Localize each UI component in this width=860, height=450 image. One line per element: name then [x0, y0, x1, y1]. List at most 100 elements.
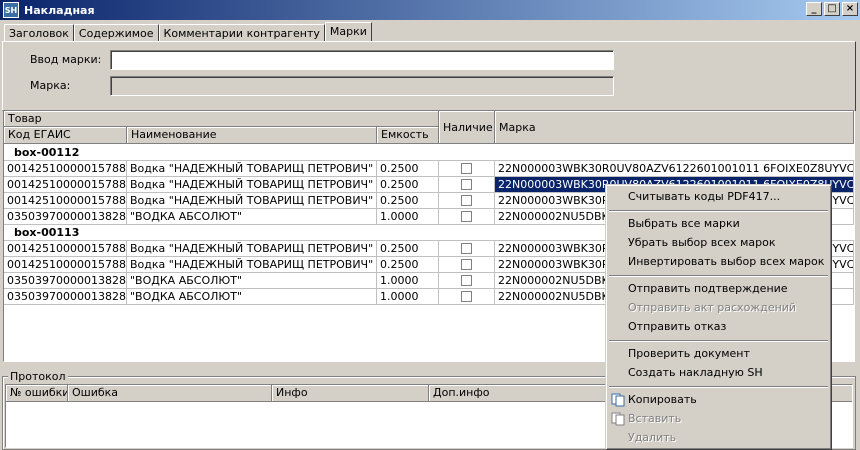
- cell-name: Водка "НАДЕЖНЫЙ ТОВАРИЩ ПЕТРОВИЧ": [127, 241, 377, 257]
- cell-code: 0350397000001382815: [4, 289, 127, 305]
- header-mark[interactable]: Марка: [495, 111, 854, 144]
- cell-presence: [439, 241, 495, 257]
- menu-item-label: Проверить документ: [628, 347, 750, 360]
- cell-presence: [439, 289, 495, 305]
- cell-name: Водка "НАДЕЖНЫЙ ТОВАРИЩ ПЕТРОВИЧ": [127, 257, 377, 273]
- tab-comments[interactable]: Комментарии контрагенту: [158, 24, 325, 42]
- cell-presence: [439, 273, 495, 289]
- cell-code: 0014251000001578820: [4, 241, 127, 257]
- tab-marks[interactable]: Марки: [324, 22, 372, 42]
- menu-item-label: Копировать: [628, 393, 697, 406]
- cell-presence: [439, 257, 495, 273]
- tab-contents[interactable]: Содержимое: [73, 24, 159, 42]
- cell-name: "ВОДКА АБСОЛЮТ": [127, 209, 377, 225]
- menu-item-label: Инвертировать выбор всех марок: [628, 255, 825, 268]
- cell-capacity: 0.2500: [377, 257, 439, 273]
- close-button[interactable]: ×: [842, 2, 858, 16]
- cell-capacity: 0.2500: [377, 241, 439, 257]
- cell-code: 0014251000001578820: [4, 257, 127, 273]
- menu-item-label: Удалить: [628, 431, 677, 444]
- menu-item-label: Отправить отказ: [628, 320, 727, 333]
- menu-item[interactable]: Проверить документ: [609, 345, 828, 363]
- cell-capacity: 0.2500: [377, 161, 439, 177]
- context-menu: Считывать коды PDF417... Выбрать все марк…: [605, 184, 832, 450]
- paste-icon: [611, 412, 625, 426]
- presence-checkbox[interactable]: [461, 195, 472, 206]
- menu-item: Удалить: [609, 429, 828, 447]
- menu-item-label: Считывать коды PDF417...: [628, 190, 781, 203]
- tab-strip: Заголовок Содержимое Комментарии контраг…: [4, 22, 372, 42]
- presence-checkbox[interactable]: [461, 243, 472, 254]
- header-code[interactable]: Код ЕГАИС: [4, 127, 127, 144]
- app-logo-icon: SH: [3, 2, 19, 18]
- mark-input-label: Ввод марки:: [30, 53, 102, 66]
- menu-item: Отправить акт расхождений: [609, 299, 828, 317]
- menu-separator: [609, 386, 828, 388]
- menu-item-label: Вставить: [628, 412, 682, 425]
- menu-separator: [609, 275, 828, 277]
- menu-item[interactable]: Инвертировать выбор всех марок: [609, 253, 828, 271]
- menu-item-label: Выбрать все марки: [628, 217, 740, 230]
- cell-capacity: 0.2500: [377, 177, 439, 193]
- cell-presence: [439, 177, 495, 193]
- menu-separator: [609, 210, 828, 212]
- cell-code: 0014251000001578820: [4, 177, 127, 193]
- menu-item[interactable]: Отправить подтверждение: [609, 280, 828, 298]
- cell-capacity: 1.0000: [377, 273, 439, 289]
- protocol-col-info[interactable]: Инфо: [272, 385, 429, 402]
- cell-code: 0014251000001578820: [4, 161, 127, 177]
- window-titlebar[interactable]: SH Накладная _ □ ×: [0, 0, 860, 20]
- menu-item[interactable]: Создать накладную SH: [609, 364, 828, 382]
- header-presence[interactable]: Наличие: [439, 111, 495, 144]
- mark-input-field[interactable]: [110, 50, 614, 70]
- minimize-button[interactable]: _: [806, 2, 822, 16]
- cell-presence: [439, 161, 495, 177]
- box-label: box-00112: [4, 145, 854, 161]
- menu-item[interactable]: Отправить отказ: [609, 318, 828, 336]
- cell-mark: 22N000003WBK30R0UV80AZV6122601001011 6FO…: [495, 161, 854, 177]
- cell-capacity: 1.0000: [377, 289, 439, 305]
- cell-capacity: 1.0000: [377, 209, 439, 225]
- cell-code: 0350397000001382815: [4, 273, 127, 289]
- presence-checkbox[interactable]: [461, 179, 472, 190]
- presence-checkbox[interactable]: [461, 163, 472, 174]
- menu-item-label: Создать накладную SH: [628, 366, 763, 379]
- copy-icon: [611, 393, 625, 407]
- menu-item-label: Отправить подтверждение: [628, 282, 788, 295]
- cell-name: Водка "НАДЕЖНЫЙ ТОВАРИЩ ПЕТРОВИЧ": [127, 161, 377, 177]
- protocol-col-error-no[interactable]: № ошибки: [6, 385, 68, 402]
- protocol-col-error[interactable]: Ошибка: [68, 385, 272, 402]
- cell-code: 0014251000001578820: [4, 193, 127, 209]
- menu-item-label: Убрать выбор всех марок: [628, 236, 776, 249]
- mark-field: [110, 76, 614, 96]
- cell-name: Водка "НАДЕЖНЫЙ ТОВАРИЩ ПЕТРОВИЧ": [127, 177, 377, 193]
- presence-checkbox[interactable]: [461, 259, 472, 270]
- cell-code: 0350397000001382815: [4, 209, 127, 225]
- cell-name: "ВОДКА АБСОЛЮТ": [127, 289, 377, 305]
- presence-checkbox[interactable]: [461, 211, 472, 222]
- menu-item: Вставить: [609, 410, 828, 428]
- mark-label: Марка:: [30, 79, 71, 92]
- cell-name: "ВОДКА АБСОЛЮТ": [127, 273, 377, 289]
- cell-name: Водка "НАДЕЖНЫЙ ТОВАРИЩ ПЕТРОВИЧ": [127, 193, 377, 209]
- menu-item[interactable]: Убрать выбор всех марок: [609, 234, 828, 252]
- cell-capacity: 0.2500: [377, 193, 439, 209]
- presence-checkbox[interactable]: [461, 275, 472, 286]
- cell-presence: [439, 193, 495, 209]
- cell-presence: [439, 209, 495, 225]
- header-capacity[interactable]: Емкость: [377, 127, 439, 144]
- menu-item[interactable]: Выбрать все марки: [609, 215, 828, 233]
- header-group-product: Товар: [4, 111, 439, 127]
- window-title: Накладная: [24, 3, 95, 17]
- menu-item[interactable]: Считывать коды PDF417...: [609, 188, 828, 206]
- header-name[interactable]: Наименование: [127, 127, 377, 144]
- menu-separator: [609, 340, 828, 342]
- table-row[interactable]: 0014251000001578820 Водка "НАДЕЖНЫЙ ТОВАР…: [4, 161, 854, 177]
- menu-item-label: Отправить акт расхождений: [628, 301, 797, 314]
- protocol-title: Протокол: [8, 370, 68, 383]
- tab-header[interactable]: Заголовок: [4, 24, 74, 42]
- presence-checkbox[interactable]: [461, 291, 472, 302]
- box-group-row[interactable]: box-00112: [4, 145, 854, 161]
- maximize-button[interactable]: □: [824, 2, 840, 16]
- menu-item[interactable]: Копировать: [609, 391, 828, 409]
